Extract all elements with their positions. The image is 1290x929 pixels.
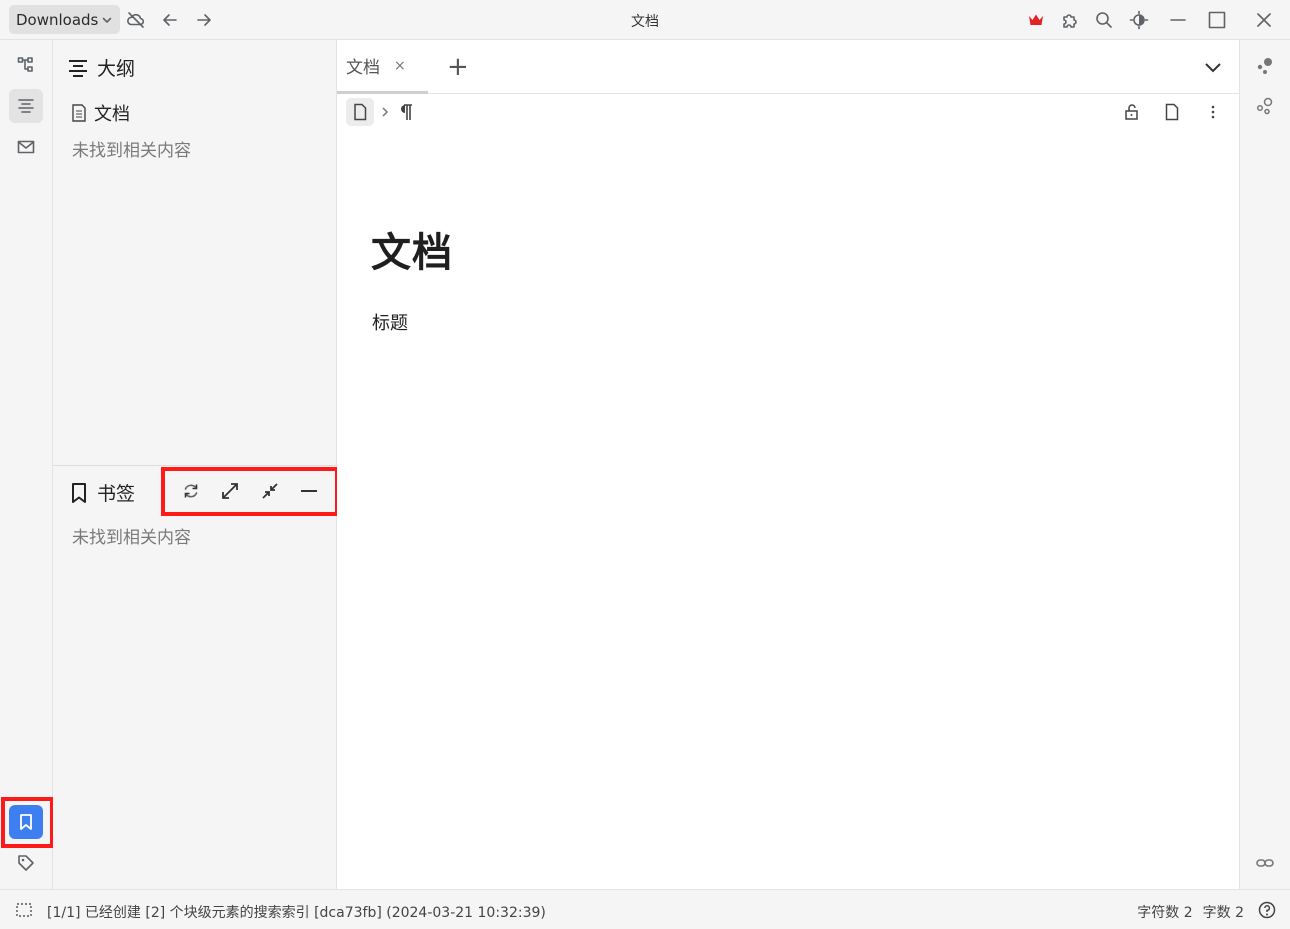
bookmark-header: 书签	[69, 479, 135, 506]
word-count: 字数 2	[1202, 905, 1244, 921]
minimize-window-icon[interactable]	[1167, 9, 1189, 31]
bookmark-heading-icon	[69, 482, 89, 504]
backlinks-link-icon[interactable]	[1255, 853, 1275, 877]
minimize-panel-icon[interactable]	[299, 481, 319, 501]
outline-empty-text: 未找到相关内容	[72, 141, 191, 161]
status-message: [1/1] 已经创建 [2] 个块级元素的搜索索引 [dca73fb] (202…	[47, 905, 546, 921]
doc-info-icon[interactable]	[1163, 103, 1181, 125]
document-icon	[70, 103, 88, 123]
chevron-down-icon	[101, 14, 113, 26]
tag-icon[interactable]	[9, 846, 43, 880]
bookmark-dock-icon[interactable]	[9, 805, 43, 839]
collapse-icon[interactable]	[260, 481, 280, 501]
breadcrumb-doc-icon[interactable]	[346, 98, 374, 126]
close-window-icon[interactable]	[1253, 9, 1275, 31]
tab-label: 文档	[346, 58, 380, 78]
search-icon[interactable]	[1093, 9, 1115, 31]
document-title[interactable]: 文档	[371, 220, 453, 278]
document-paragraph[interactable]: 标题	[372, 309, 408, 335]
tab-document[interactable]: 文档 ×	[337, 40, 428, 94]
inbox-mail-icon[interactable]	[9, 130, 43, 164]
outline-title: 大纲	[97, 58, 136, 80]
theme-mode-icon[interactable]	[1128, 9, 1150, 31]
workspace-button[interactable]: Downloads	[9, 5, 121, 34]
expand-icon[interactable]	[220, 481, 240, 501]
help-icon[interactable]	[1257, 900, 1277, 924]
breadcrumb-chevron-icon	[378, 105, 392, 119]
maximize-window-icon[interactable]	[1206, 9, 1228, 31]
lock-open-icon[interactable]	[1123, 103, 1141, 125]
status-bar: [1/1] 已经创建 [2] 个块级元素的搜索索引 [dca73fb] (202…	[0, 889, 1290, 929]
workspace-label: Downloads	[16, 10, 99, 29]
outline-icon[interactable]	[9, 89, 43, 123]
cloud-sync-off-icon[interactable]	[125, 9, 147, 31]
bookmark-title: 书签	[97, 483, 136, 505]
bookmark-toolbar	[161, 467, 339, 515]
outline-header: 大纲	[67, 54, 135, 81]
focus-mode-icon[interactable]	[15, 901, 33, 923]
crown-icon[interactable]	[1025, 9, 1047, 31]
title-bar: Downloads 文档	[0, 0, 1290, 40]
plugin-puzzle-icon[interactable]	[1059, 9, 1081, 31]
outline-doc-item[interactable]: 文档	[70, 100, 130, 126]
more-menu-icon[interactable]	[1204, 103, 1222, 125]
file-tree-icon[interactable]	[9, 48, 43, 82]
refresh-icon[interactable]	[181, 481, 201, 501]
breadcrumb	[346, 98, 416, 126]
side-panel: 大纲 文档 未找到相关内容 书签 未找到相关内容	[53, 40, 337, 889]
char-count: 字符数 2	[1137, 905, 1193, 921]
outline-doc-label: 文档	[94, 104, 130, 125]
global-graph-icon[interactable]	[1255, 96, 1275, 120]
tab-bar: 文档 × +	[337, 40, 1239, 94]
panel-divider[interactable]	[53, 465, 337, 466]
editor-area: 文档 × + 文档 标题	[337, 40, 1239, 889]
forward-arrow-icon[interactable]	[193, 9, 215, 31]
bookmark-empty-text: 未找到相关内容	[72, 528, 191, 548]
tab-list-chevron-icon[interactable]	[1203, 57, 1223, 81]
paragraph-icon[interactable]	[396, 102, 416, 122]
outline-heading-icon	[67, 57, 89, 79]
status-counts: 字符数 2 字数 2	[1137, 902, 1244, 922]
right-dock	[1239, 40, 1290, 889]
left-dock	[0, 40, 53, 889]
add-tab-button[interactable]: +	[447, 54, 469, 80]
graph-view-icon[interactable]	[1255, 56, 1275, 80]
tab-close-icon[interactable]: ×	[394, 58, 406, 74]
back-arrow-icon[interactable]	[159, 9, 181, 31]
